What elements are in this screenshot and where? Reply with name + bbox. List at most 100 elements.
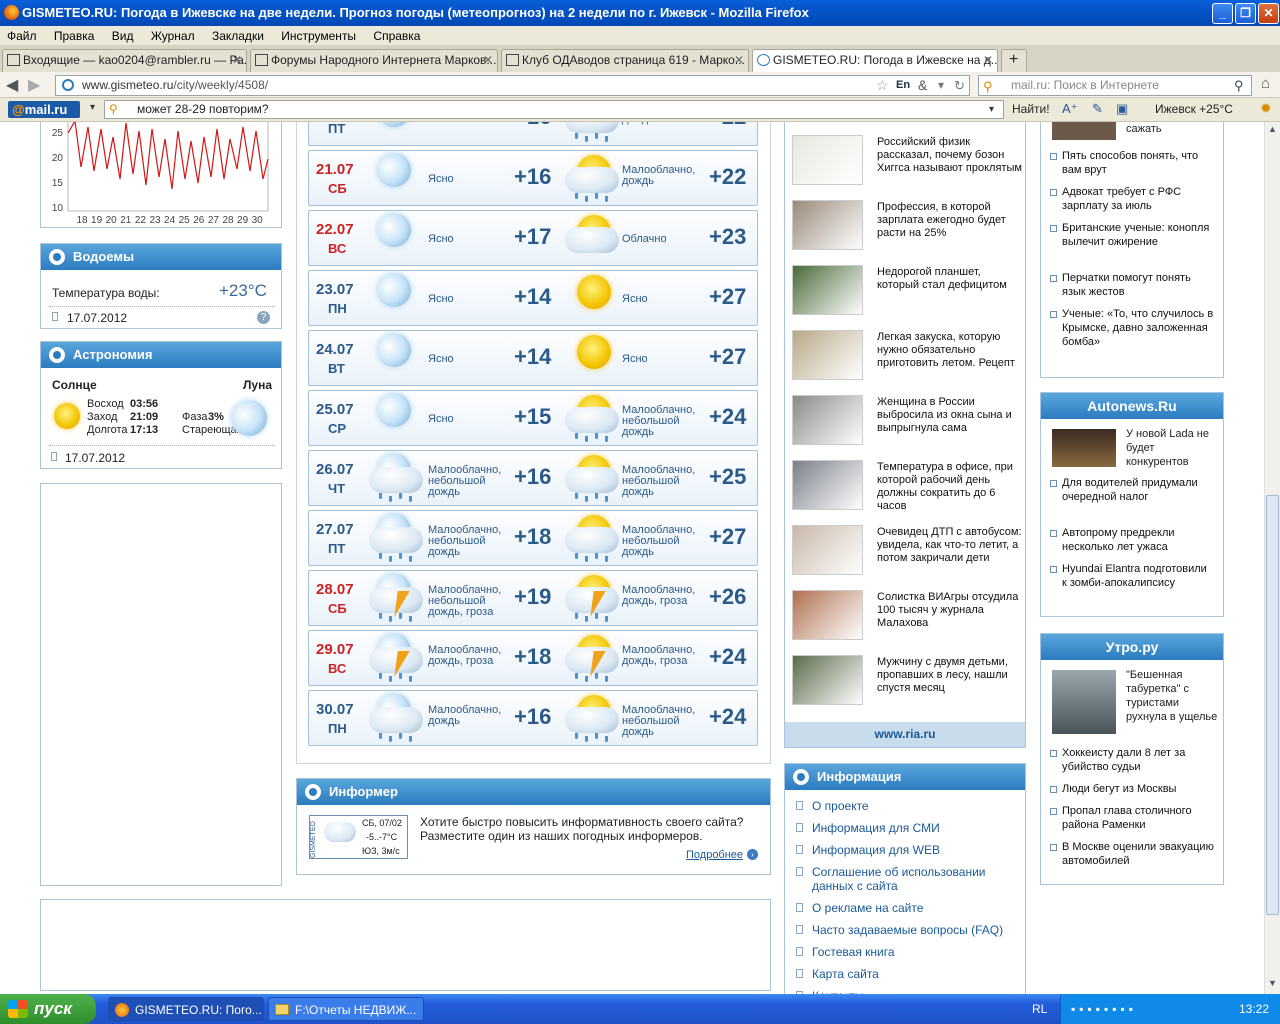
utro-link[interactable]: В Москве оценили эвакуацию автомобилей (1050, 840, 1214, 868)
forecast-row[interactable]: 26.07 ЧТ Малооблачно, небольшой дождь +16 Ма… (308, 450, 758, 506)
autonews-thumbnail[interactable] (1052, 429, 1116, 467)
home-icon[interactable]: ⌂ (1261, 75, 1270, 92)
news-headline-link[interactable]: Очевидец ДТП с автобусом: увидела, как ч… (877, 526, 1022, 565)
bookmark-star-icon[interactable]: ☆ (876, 76, 889, 95)
tab-forum[interactable]: Форумы Народного Интернета Марков... ✕ (250, 49, 498, 72)
tab-close-icon[interactable]: ✕ (232, 50, 242, 71)
right-news-link[interactable]: Британские ученые: конопля вылечит ожире… (1050, 221, 1214, 249)
forecast-row[interactable]: 22.07 ВС Ясно +17 Облачно +23 (308, 210, 758, 266)
news-thumbnail[interactable] (792, 200, 863, 250)
taskbar-firefox[interactable]: GISMETEO.RU: Пого... (108, 997, 264, 1021)
news-thumbnail[interactable] (792, 590, 863, 640)
info-link[interactable]: Соглашение об использовании данных с сай… (796, 865, 1017, 893)
tab-close-icon[interactable]: ✕ (734, 50, 744, 71)
scroll-down-icon[interactable]: ▼ (1268, 978, 1277, 988)
forecast-row[interactable]: 28.07 СБ Малооблачно, небольшой дождь, гро… (308, 570, 758, 626)
menu-history[interactable]: Журнал (144, 26, 202, 43)
url-bar[interactable]: www.gismeteo.ru/city/weekly/4508/ ☆ En &… (55, 75, 970, 96)
search-engine-icon[interactable]: ⚲ (983, 77, 993, 96)
info-link[interactable]: Информация для СМИ (796, 821, 1017, 835)
find-button[interactable]: Найти! (1012, 102, 1050, 116)
forecast-row[interactable]: ПТ Ясно +16 дождь +22 (308, 122, 758, 146)
dropdown-icon[interactable]: ▾ (938, 76, 944, 95)
info-link[interactable]: Информация для WEB (796, 843, 1017, 857)
utro-lead[interactable]: "Бешенная табуретка" с туристами рухнула… (1126, 668, 1218, 724)
news-thumbnail[interactable] (792, 525, 863, 575)
utro-link[interactable]: Пропал глава столичного района Раменки (1050, 804, 1214, 832)
autonews-header[interactable]: Autonews.Ru (1041, 393, 1223, 419)
help-icon[interactable]: ? (257, 311, 270, 324)
news-headline-link[interactable]: Температура в офисе, при которой рабочий… (877, 461, 1022, 513)
news-headline-link[interactable]: Профессия, в которой зарплата ежегодно б… (877, 201, 1022, 240)
info-link[interactable]: О проекте (796, 799, 1017, 813)
menu-edit[interactable]: Правка (47, 26, 102, 43)
start-button[interactable]: пуск (0, 994, 96, 1024)
forecast-row[interactable]: 30.07 ПН Малооблачно, дождь +16 Малооблачно,… (308, 690, 758, 746)
mailru-search-input[interactable]: ⚲ может 28-29 повторим? ▾ (104, 100, 1004, 119)
language-indicator[interactable]: RL (1032, 1002, 1047, 1016)
tab-gismeteo[interactable]: GISMETEO.RU: Погода в Ижевске на д... ✕ (752, 49, 998, 72)
forecast-row[interactable]: 24.07 ВТ Ясно +14 Ясно +27 (308, 330, 758, 386)
taskbar-explorer[interactable]: F:\Отчеты НЕДВИЖ... (268, 997, 424, 1021)
font-size-icon[interactable]: A⁺ (1062, 101, 1078, 117)
autonews-link[interactable]: Автопрому предрекли несколько лет ужаса (1050, 526, 1214, 554)
info-link[interactable]: Гостевая книга (796, 945, 1017, 959)
minimize-button[interactable]: _ (1212, 3, 1233, 24)
menu-help[interactable]: Справка (366, 26, 427, 43)
tab-close-icon[interactable]: ✕ (983, 50, 993, 71)
mailru-logo[interactable]: @mail.ru (8, 101, 80, 118)
info-link[interactable]: Карта сайта (796, 967, 1017, 981)
menu-view[interactable]: Вид (105, 26, 141, 43)
window-title-bar[interactable]: GISMETEO.RU: Погода в Ижевске на две нед… (0, 0, 1280, 26)
utro-thumbnail[interactable] (1052, 670, 1116, 734)
search-icon[interactable]: ⚲ (1234, 76, 1244, 95)
right-news-link[interactable]: Пять способов понять, что вам врут (1050, 149, 1214, 177)
tab-close-icon[interactable]: ✕ (483, 50, 493, 71)
translate-icon[interactable]: En (896, 76, 910, 95)
news-headline-link[interactable]: Солистка ВИАгры отсудила 100 тысяч у жур… (877, 591, 1022, 630)
autonews-lead[interactable]: У новой Lada не будет конкурентов (1126, 427, 1218, 469)
news-headline-link[interactable]: Женщина в России выбросила из окна сына … (877, 396, 1022, 435)
autonews-link[interactable]: Для водителей придумали очередной налог (1050, 476, 1214, 504)
forecast-row[interactable]: 29.07 ВС Малооблачно, дождь, гроза +18 Малоо… (308, 630, 758, 686)
clock[interactable]: 13:22 (1239, 994, 1269, 1024)
tab-club[interactable]: Клуб ОДАводов страница 619 - Марко... ✕ (501, 49, 749, 72)
autonews-link[interactable]: Hyundai Elantra подготовили к зомби-апок… (1050, 562, 1214, 590)
site-identity-icon[interactable] (62, 79, 74, 91)
news-thumbnail[interactable] (792, 135, 863, 185)
news-thumbnail[interactable] (792, 330, 863, 380)
search-input[interactable]: ⚲ mail.ru: Поиск в Интернете ⚲ (978, 75, 1252, 96)
ampersand-icon[interactable]: & (918, 76, 927, 95)
news-headline-link[interactable]: Недорогой планшет, который стал дефицито… (877, 266, 1022, 292)
news-thumbnail[interactable] (792, 460, 863, 510)
maximize-button[interactable]: ❐ (1235, 3, 1256, 24)
utro-link[interactable]: Хоккеисту дали 8 лет за убийство судьи (1050, 746, 1214, 774)
utro-header[interactable]: Утро.ру (1041, 634, 1223, 660)
right-news-link[interactable]: Адвокат требует с РФС зарплату за июль (1050, 185, 1214, 213)
reload-icon[interactable]: ↻ (954, 76, 965, 95)
weather-widget[interactable]: Ижевск +25°C (1155, 102, 1233, 116)
chevron-down-icon[interactable]: ▾ (989, 101, 994, 118)
news-headline-link[interactable]: Мужчину с двумя детьми, пропавших в лесу… (877, 656, 1022, 695)
utro-link[interactable]: Люди бегут из Москвы (1050, 782, 1214, 796)
tab-rambler-mail[interactable]: Входящие — kao0204@rambler.ru — Ра... ✕ (2, 49, 247, 72)
right-news-link[interactable]: Ученые: «То, что случилось в Крымске, да… (1050, 307, 1214, 349)
info-link[interactable]: О рекламе на сайте (796, 901, 1017, 915)
menu-arrow-icon[interactable]: ▾ (90, 102, 95, 113)
forecast-row[interactable]: 21.07 СБ Ясно +16 Малооблачно, дождь +22 (308, 150, 758, 206)
scrollbar-thumb[interactable] (1266, 495, 1279, 915)
right-news-link[interactable]: Перчатки помогут понять язык жестов (1050, 271, 1214, 299)
close-button[interactable]: ✕ (1258, 3, 1279, 24)
menu-tools[interactable]: Инструменты (274, 26, 363, 43)
tray-icons[interactable]: ▪▪▪▪▪▪▪▪ (1071, 994, 1137, 1024)
ria-link[interactable]: www.ria.ru (785, 722, 1025, 747)
forecast-row[interactable]: 25.07 СР Ясно +15 Малооблачно, небольшой дож… (308, 390, 758, 446)
pencil-icon[interactable]: ✎ (1092, 101, 1103, 117)
forecast-row[interactable]: 23.07 ПН Ясно +14 Ясно +27 (308, 270, 758, 326)
news-headline-link[interactable]: Легкая закуска, которую нужно обязательн… (877, 331, 1022, 370)
news-thumbnail[interactable] (792, 655, 863, 705)
scroll-up-icon[interactable]: ▲ (1268, 124, 1277, 134)
news-thumbnail[interactable] (1052, 122, 1116, 140)
informer-more-link[interactable]: Подробнее (686, 849, 743, 861)
menu-file[interactable]: Файл (0, 26, 44, 43)
